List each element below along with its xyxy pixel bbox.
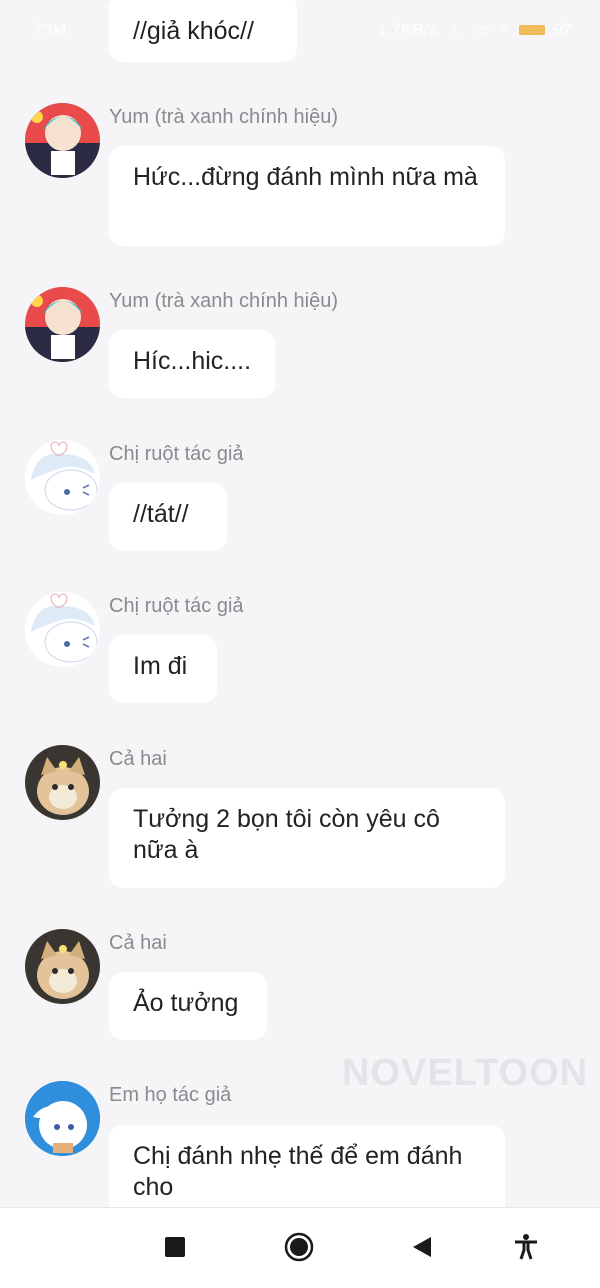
message-bubble[interactable]: //tát// bbox=[109, 483, 227, 551]
sender-name: Cả hai bbox=[109, 932, 167, 954]
home-circle-icon[interactable] bbox=[284, 1232, 314, 1267]
stop-square-icon[interactable] bbox=[165, 1237, 185, 1262]
battery-percent: 97 bbox=[553, 20, 572, 39]
network-speed: 1,7KB/s bbox=[377, 20, 437, 39]
cinnamoroll-avatar-icon bbox=[25, 1081, 100, 1156]
sender-name: Chị ruột tác giả bbox=[109, 443, 244, 465]
message-text: Híc...hic.... bbox=[133, 347, 252, 375]
accessibility-icon[interactable] bbox=[514, 1234, 538, 1265]
status-bar: 7:04 1,7KB/s ☾ ▭ ≈ 97 bbox=[0, 0, 600, 60]
cinnamoroll-avatar-icon bbox=[25, 440, 100, 515]
avatar[interactable] bbox=[25, 745, 100, 820]
battery-icon bbox=[519, 25, 546, 35]
cinnamoroll-avatar-icon bbox=[25, 592, 100, 667]
avatar[interactable] bbox=[25, 929, 100, 1004]
cat-avatar-icon bbox=[25, 929, 100, 1004]
message-bubble[interactable]: Hức...đừng đánh mình nữa mà bbox=[109, 146, 505, 246]
message-bubble[interactable]: Híc...hic.... bbox=[109, 330, 275, 398]
message-bubble[interactable]: Ảo tưởng bbox=[109, 972, 267, 1040]
back-triangle-icon[interactable] bbox=[411, 1236, 433, 1263]
wifi-icon: ≈ bbox=[500, 21, 510, 38]
avatar[interactable] bbox=[25, 1081, 100, 1156]
cat-avatar-icon bbox=[25, 745, 100, 820]
screen-icon: ▭ bbox=[475, 22, 491, 39]
message-text: //giả khóc// bbox=[133, 17, 254, 45]
sender-name: Em họ tác giả bbox=[109, 1084, 232, 1106]
message-bubble[interactable]: Tưởng 2 bọn tôi còn yêu cô nữa à bbox=[109, 788, 505, 888]
status-time: 7:04 bbox=[34, 20, 68, 39]
anime-girl-avatar-icon bbox=[25, 103, 100, 178]
system-navigation-bar bbox=[0, 1207, 600, 1288]
message-text: Ảo tưởng bbox=[133, 989, 239, 1017]
message-text: //tát// bbox=[133, 500, 189, 528]
message-bubble[interactable]: Im đi bbox=[109, 635, 217, 703]
avatar[interactable] bbox=[25, 103, 100, 178]
message-bubble[interactable]: //giả khóc// bbox=[109, 0, 297, 62]
message-text: Im đi bbox=[133, 652, 188, 680]
message-text: Hức...đừng đánh mình nữa mà bbox=[133, 163, 478, 191]
avatar[interactable] bbox=[25, 440, 100, 515]
sender-name: Cả hai bbox=[109, 748, 167, 770]
avatar[interactable] bbox=[25, 287, 100, 362]
message-text: Tưởng 2 bọn tôi còn yêu cô nữa à bbox=[133, 805, 440, 864]
sender-name: Chị ruột tác giả bbox=[109, 595, 244, 617]
sender-name: Yum (trà xanh chính hiệu) bbox=[109, 290, 339, 312]
avatar[interactable] bbox=[25, 592, 100, 667]
noveltoon-watermark: NOVELTOON bbox=[342, 1052, 589, 1094]
anime-girl-avatar-icon bbox=[25, 287, 100, 362]
sender-name: Yum (trà xanh chính hiệu) bbox=[109, 106, 339, 128]
moon-icon: ☾ bbox=[450, 22, 466, 39]
message-text: Chị đánh nhẹ thế để em đánh cho bbox=[133, 1142, 463, 1201]
